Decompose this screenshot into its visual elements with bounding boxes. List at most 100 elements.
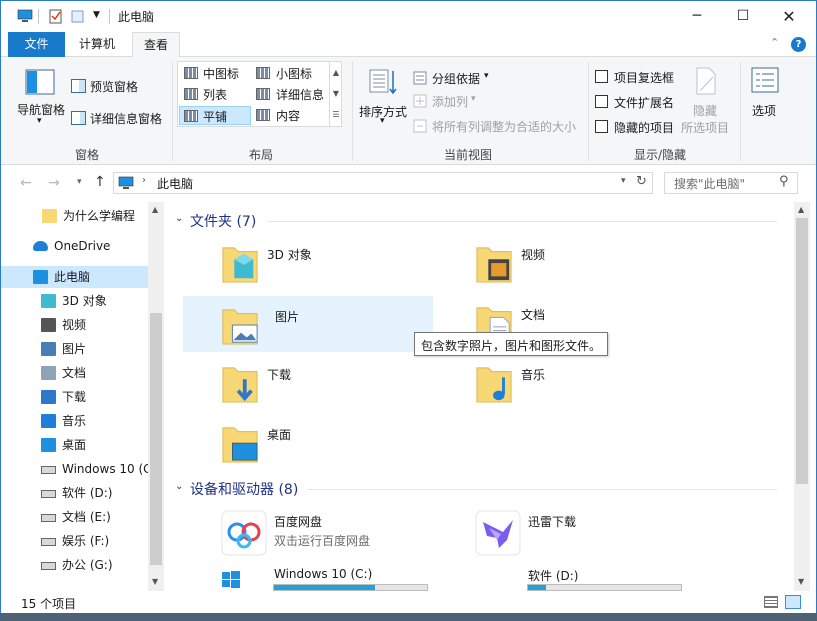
device-tile-drive-d[interactable]: 软件 (D:) — [429, 562, 682, 591]
hidden-items-toggle[interactable]: 隐藏的项目 — [595, 119, 685, 137]
folder-tile-music[interactable]: 音乐 — [429, 354, 679, 410]
sidebar-item-label: 软件 (D:) — [62, 486, 113, 500]
content-scroll-thumb[interactable] — [796, 218, 808, 484]
layout-content[interactable]: 内容 — [254, 106, 326, 124]
add-column-button[interactable]: 添加列 ▾ — [413, 92, 493, 110]
device-tile-baidu[interactable]: 百度网盘 双击运行百度网盘 — [175, 505, 425, 561]
group-by-button[interactable]: 分组依据 ▾ — [413, 69, 493, 87]
folder-tile-video[interactable]: 视频 — [429, 234, 679, 290]
layout-details[interactable]: 详细信息 — [254, 85, 326, 103]
address-bar[interactable]: › 此电脑 ▾ ↻ — [113, 172, 653, 194]
scroll-down-icon[interactable]: ▼ — [798, 577, 804, 586]
fit-columns-button[interactable]: 将所有列调整为合适的大小 — [413, 117, 583, 135]
up-icon[interactable]: ↑ — [94, 174, 106, 190]
sidebar-item[interactable]: 桌面 — [1, 434, 148, 456]
layout-medium-icons[interactable]: 中图标 — [180, 64, 252, 82]
minimize-button[interactable]: ─ — [674, 1, 720, 31]
back-icon[interactable]: ← — [20, 175, 32, 191]
details-label: 详细信息 — [276, 88, 325, 102]
search-icon[interactable]: ⚲ — [779, 174, 789, 189]
scroll-down-icon[interactable]: ▼ — [152, 577, 158, 586]
hide-selected-button[interactable]: 隐藏 所选项目 — [681, 65, 733, 135]
file-extensions-label: 文件扩展名 — [614, 96, 675, 110]
sidebar-item[interactable]: Windows 10 (C — [1, 458, 148, 480]
medium-icons-icon — [184, 67, 198, 79]
group-by-icon — [413, 71, 427, 85]
large-icons-view-icon[interactable] — [785, 595, 801, 609]
folder-tile-downloads[interactable]: 下载 — [175, 354, 425, 410]
sort-by-button[interactable]: 排序方式 ▾ — [358, 61, 410, 141]
address-dropdown-icon[interactable]: ▾ — [621, 176, 626, 186]
checkbox[interactable] — [595, 95, 608, 108]
maximize-button[interactable]: ☐ — [720, 1, 766, 31]
sidebar-item[interactable]: 音乐 — [1, 410, 148, 432]
sidebar-item[interactable]: 图片 — [1, 338, 148, 360]
sidebar-item[interactable]: 此电脑 — [1, 266, 148, 288]
item-checkboxes-toggle[interactable]: 项目复选框 — [595, 69, 685, 87]
layout-scroll[interactable]: ▲ ▼ ☰ — [329, 62, 342, 126]
folder-tile-3d[interactable]: 3D 对象 — [175, 234, 425, 290]
tab-view[interactable]: 查看 — [132, 32, 180, 58]
refresh-icon[interactable]: ↻ — [636, 174, 647, 189]
details-view-icon[interactable] — [764, 596, 778, 608]
file-extensions-toggle[interactable]: 文件扩展名 — [595, 94, 685, 112]
search-input[interactable]: 搜索"此电脑" — [674, 175, 745, 192]
sidebar-item[interactable]: 软件 (D:) — [1, 482, 148, 504]
devices-header[interactable]: 设备和驱动器 (8) — [190, 479, 298, 499]
search-box[interactable]: 搜索"此电脑" ⚲ — [664, 172, 798, 194]
drive-usage-bar — [527, 584, 682, 591]
device-tile-xunlei[interactable]: 迅雷下载 — [429, 505, 679, 561]
music-icon — [41, 414, 56, 428]
computer-icon — [33, 270, 48, 284]
collapse-chevron-icon[interactable]: ⌄ — [175, 481, 183, 492]
sidebar-item-label: OneDrive — [54, 239, 111, 253]
properties-icon[interactable] — [48, 8, 64, 24]
sidebar-item[interactable]: 3D 对象 — [1, 290, 148, 312]
breadcrumb-separator-icon[interactable]: › — [142, 175, 146, 186]
sidebar-item[interactable]: 下载 — [1, 386, 148, 408]
folder-label: 文档 — [521, 308, 546, 322]
sidebar-item[interactable]: 娱乐 (F:) — [1, 530, 148, 552]
device-tile-drive-c[interactable]: Windows 10 (C:) — [175, 562, 428, 591]
sidebar-item-label: 3D 对象 — [62, 294, 107, 308]
sidebar-item[interactable]: 为什么学编程 — [1, 205, 148, 227]
nav-scrollbar[interactable]: ▲ ▼ — [148, 202, 164, 591]
options-button[interactable]: 选项 — [749, 65, 781, 125]
checkbox[interactable] — [595, 120, 608, 133]
layout-list[interactable]: 列表 — [180, 85, 252, 103]
sidebar-item[interactable]: 办公 (G:) — [1, 554, 148, 576]
recent-locations-icon[interactable]: ▾ — [77, 177, 82, 187]
nav-pane-button[interactable]: 导航窗格 ▾ — [17, 61, 67, 141]
tab-file[interactable]: 文件 — [8, 32, 65, 57]
breadcrumb[interactable]: 此电脑 — [157, 175, 193, 192]
layout-small-icons[interactable]: 小图标 — [254, 64, 326, 82]
folder-tile-desktop[interactable]: 桌面 — [175, 414, 425, 470]
downloads-folder-icon — [222, 367, 258, 403]
folder-tile-pictures[interactable]: 图片 — [183, 296, 433, 352]
sidebar-item[interactable]: 视频 — [1, 314, 148, 336]
collapse-chevron-icon[interactable]: ⌄ — [175, 213, 183, 224]
help-icon[interactable]: ? — [791, 37, 806, 52]
tab-computer[interactable]: 计算机 — [68, 32, 126, 57]
qa-dropdown-icon[interactable]: ▼ — [93, 10, 100, 20]
folder-label: 视频 — [521, 248, 546, 262]
layout-tiles[interactable]: 平铺 — [179, 106, 251, 125]
sidebar-item[interactable]: OneDrive — [1, 235, 148, 257]
checkbox[interactable] — [595, 70, 608, 83]
sidebar-item-label: 娱乐 (F:) — [62, 534, 110, 548]
cloud-icon — [33, 241, 48, 251]
details-pane-button[interactable]: 详细信息窗格 — [71, 109, 171, 127]
close-button[interactable]: ✕ — [766, 1, 812, 31]
collapse-ribbon-icon[interactable]: ⌃ — [770, 36, 779, 49]
nav-scroll-thumb[interactable] — [150, 313, 162, 565]
sidebar-item[interactable]: 文档 (E:) — [1, 506, 148, 528]
scroll-up-icon[interactable]: ▲ — [152, 205, 158, 214]
new-folder-icon[interactable] — [70, 8, 86, 24]
drive-icon — [41, 538, 56, 546]
forward-icon[interactable]: → — [48, 175, 60, 191]
scroll-up-icon[interactable]: ▲ — [798, 205, 804, 214]
preview-pane-button[interactable]: 预览窗格 — [71, 77, 166, 95]
sidebar-item[interactable]: 文档 — [1, 362, 148, 384]
folders-header[interactable]: 文件夹 (7) — [190, 211, 256, 231]
content-scrollbar[interactable]: ▲ ▼ — [794, 202, 810, 591]
